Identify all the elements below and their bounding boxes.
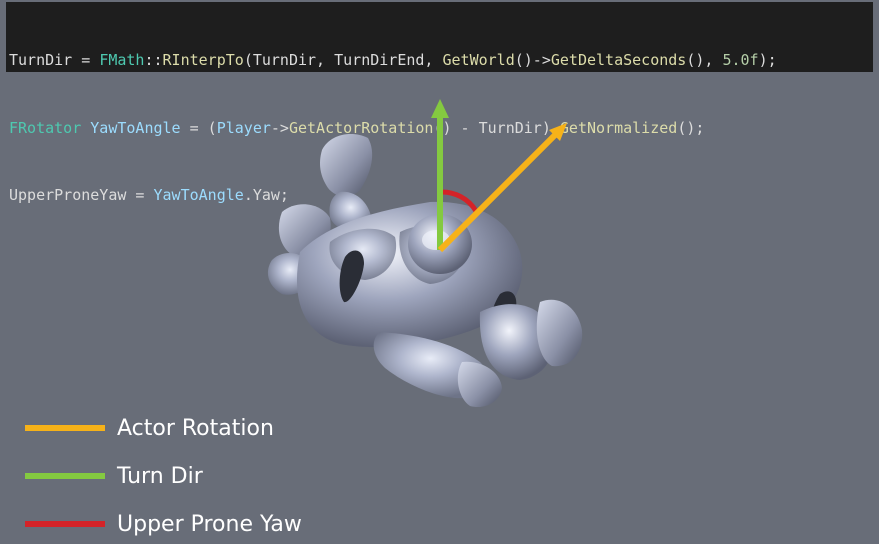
legend-swatch-turn-dir [25, 473, 105, 479]
legend-turn-dir: Turn Dir [25, 452, 302, 500]
code-token: :: [144, 51, 163, 69]
code-line-1: TurnDir = FMath::RInterpTo(TurnDir, Turn… [9, 49, 873, 72]
code-token: ); [758, 51, 777, 69]
code-token: ()-> [514, 51, 551, 69]
legend-label-upper-prone-yaw: Upper Prone Yaw [117, 511, 302, 537]
mannequin-model [267, 134, 583, 408]
code-token: TurnDir = [9, 51, 100, 69]
code-snippet-panel: TurnDir = FMath::RInterpTo(TurnDir, Turn… [6, 2, 873, 204]
code-token: GetWorld [442, 51, 515, 69]
code-token: (TurnDir, TurnDirEnd, [243, 51, 443, 69]
code-token: FMath [99, 51, 145, 69]
code-token: (), [686, 51, 723, 69]
legend-swatch-actor-rotation [25, 425, 105, 431]
legend-upper-prone-yaw: Upper Prone Yaw [25, 500, 302, 544]
legend-label-actor-rotation: Actor Rotation [117, 415, 274, 441]
legend-label-turn-dir: Turn Dir [117, 463, 203, 489]
legend: Actor Rotation Turn Dir Upper Prone Yaw [25, 404, 302, 544]
code-token: GetDeltaSeconds [550, 51, 687, 69]
code-token: RInterpTo [162, 51, 244, 69]
legend-swatch-upper-prone-yaw [25, 521, 105, 527]
screenshot-page: TurnDir = FMath::RInterpTo(TurnDir, Turn… [0, 0, 879, 544]
code-token: 5.0f [722, 51, 759, 69]
legend-actor-rotation: Actor Rotation [25, 404, 302, 452]
